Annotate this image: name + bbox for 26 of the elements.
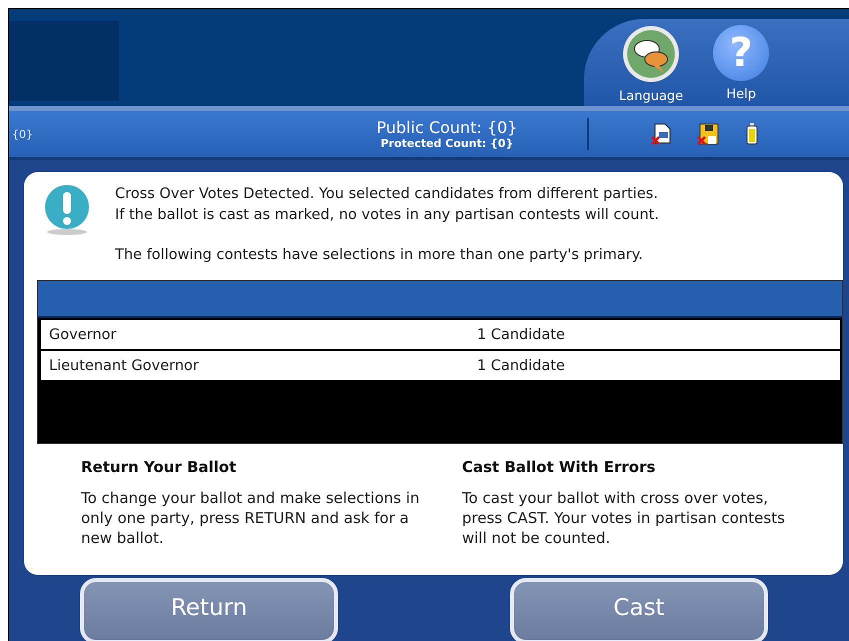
option-title: Return Your Ballot (81, 458, 238, 476)
status-count: {0} (11, 128, 34, 140)
disk-error-icon (697, 122, 721, 146)
return-button[interactable]: Return (80, 578, 338, 641)
option-text: To cast your ballot with cross over votes, press CAST. Your votes in partisan contests will not be counted. (462, 488, 786, 548)
help-icon: ? (713, 25, 770, 81)
exclamation-icon (43, 184, 91, 236)
option-text: To change your ballot and make selections in only one party, press RETURN and ask for a new ballot. (81, 488, 421, 548)
table-row[interactable]: Governor 1 Candidate (41, 320, 840, 349)
selection-count: 1 Candidate (477, 358, 565, 374)
message-text: The following contests have selections in more than one party's primary. (115, 246, 644, 265)
language-button[interactable]: Language (619, 19, 684, 106)
contest-name: Lieutenant Governor (48, 358, 200, 374)
cast-button[interactable]: Cast (510, 578, 768, 641)
contest-name: Governor (48, 326, 118, 342)
public-count: Public Count: {0} (376, 118, 518, 137)
option-title: Cast Ballot With Errors (462, 458, 656, 476)
selection-count: 1 Candidate (477, 326, 565, 342)
battery-icon (745, 122, 759, 146)
speech-bubbles-icon (622, 25, 680, 83)
protected-count: Protected Count: {0} (380, 137, 514, 150)
table-row[interactable]: Lieutenant Governor 1 Candidate (41, 351, 840, 380)
message-text: If the ballot is cast as marked, no votes in any partisan contests will count. (115, 206, 659, 225)
document-error-icon (651, 122, 673, 146)
help-button[interactable]: ? Help (713, 19, 770, 106)
message-text: Cross Over Votes Detected. You selected candidates from different parties. (115, 185, 659, 204)
